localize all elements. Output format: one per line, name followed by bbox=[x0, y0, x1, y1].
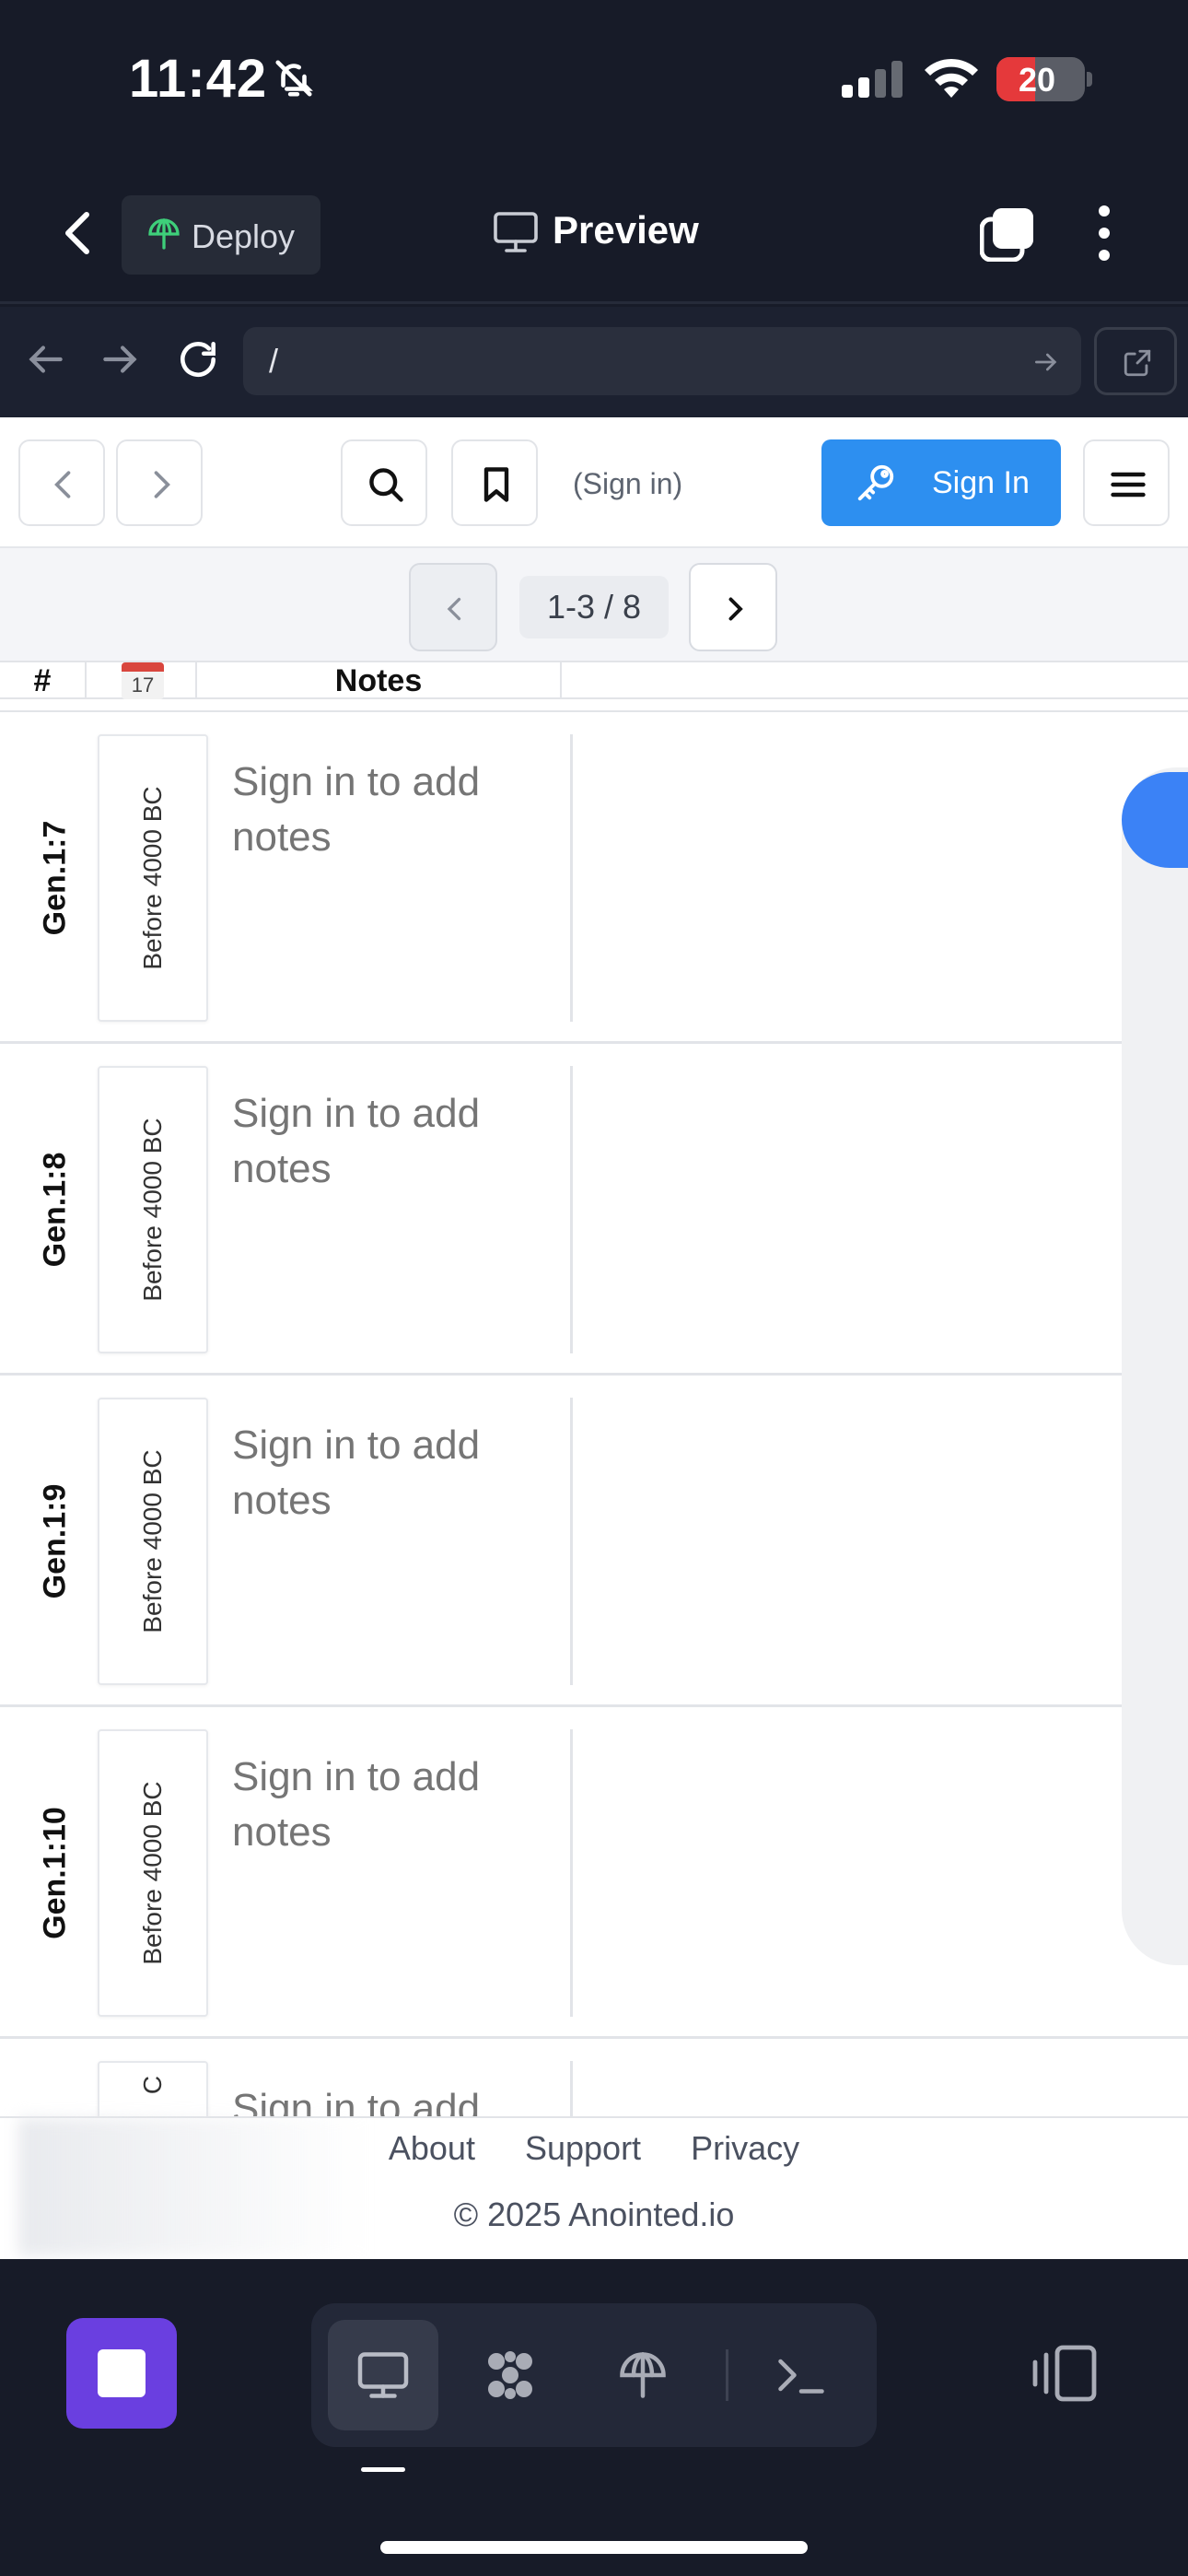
notes-cell[interactable]: Sign in to add notes bbox=[208, 1066, 573, 1353]
site-forward-button[interactable] bbox=[116, 439, 203, 526]
copyright: © 2025 Anointed.io bbox=[453, 2195, 735, 2233]
external-link-icon bbox=[1124, 349, 1151, 377]
verse-ref[interactable]: Gen.1:7 bbox=[28, 749, 83, 1007]
verse-ref[interactable]: Gen.1:8 bbox=[28, 1081, 83, 1339]
table-header: # 17 Notes bbox=[0, 662, 1188, 699]
table-row: Gen.1:8 Before 4000 BC Sign in to add no… bbox=[0, 1044, 1188, 1376]
table-row: Gen.1:10 Before 4000 BC Sign in to add n… bbox=[0, 1707, 1188, 2039]
cell-signal-icon bbox=[842, 61, 903, 98]
apps-view-button[interactable] bbox=[455, 2320, 565, 2430]
page-range: 1-3 / 8 bbox=[519, 576, 669, 638]
deploy-label: Deploy bbox=[192, 217, 296, 255]
table-row: Gen.1:7 Before 4000 BC Sign in to add no… bbox=[0, 712, 1188, 1044]
site-header: (Sign in) Sign In bbox=[0, 417, 1188, 548]
back-chevron-icon[interactable] bbox=[57, 206, 101, 260]
table-body: Gen.1:7 Before 4000 BC Sign in to add no… bbox=[0, 712, 1188, 2245]
notes-cell[interactable]: Sign in to add notes bbox=[208, 1729, 573, 2017]
chevron-right-icon bbox=[154, 471, 170, 498]
nav-forward-icon[interactable] bbox=[98, 336, 144, 382]
terminal-view-button[interactable] bbox=[746, 2320, 856, 2430]
key-icon bbox=[857, 464, 894, 501]
notes-cell[interactable]: Sign in to add notes bbox=[208, 1398, 573, 1685]
deploy-button[interactable]: Deploy bbox=[122, 195, 320, 275]
site-footer: About Support Privacy © 2025 Anointed.io bbox=[0, 2116, 1188, 2259]
nav-back-icon[interactable] bbox=[22, 336, 68, 382]
preview-view-button[interactable] bbox=[328, 2320, 438, 2430]
notes-cell[interactable]: Sign in to add notes bbox=[208, 734, 573, 1022]
stop-button[interactable] bbox=[66, 2318, 177, 2429]
date-cell: Before 4000 BC bbox=[98, 734, 208, 1022]
open-external-button[interactable] bbox=[1094, 327, 1177, 395]
date-cell: Before 4000 BC bbox=[98, 1398, 208, 1685]
go-arrow-icon[interactable] bbox=[1031, 347, 1061, 377]
monitor-icon bbox=[357, 2352, 409, 2398]
prev-page-button[interactable] bbox=[409, 563, 497, 651]
chevron-left-icon bbox=[54, 471, 71, 498]
search-button[interactable] bbox=[341, 439, 427, 526]
signin-hint: (Sign in) bbox=[573, 467, 683, 500]
bookmark-icon bbox=[483, 467, 509, 502]
chevron-right-icon bbox=[728, 597, 743, 621]
verse-ref[interactable]: Gen.1:9 bbox=[28, 1412, 83, 1670]
column-header-notes: Notes bbox=[197, 662, 562, 699]
more-menu-icon[interactable] bbox=[1090, 203, 1118, 263]
footer-link-about[interactable]: About bbox=[389, 2129, 475, 2167]
footer-link-support[interactable]: Support bbox=[525, 2129, 641, 2167]
bottom-toolbar bbox=[0, 2259, 1188, 2576]
footer-link-privacy[interactable]: Privacy bbox=[691, 2129, 799, 2167]
terminal-icon bbox=[778, 2359, 824, 2394]
panel-toggle-icon[interactable] bbox=[1031, 2344, 1098, 2403]
status-bar: 11:42 20 bbox=[0, 0, 1188, 166]
table-row: Gen.1:9 Before 4000 BC Sign in to add no… bbox=[0, 1376, 1188, 1707]
monitor-icon bbox=[494, 212, 538, 252]
url-field[interactable]: / bbox=[243, 327, 1081, 395]
view-switcher bbox=[311, 2303, 877, 2447]
bookmark-button[interactable] bbox=[451, 439, 538, 526]
home-indicator bbox=[380, 2541, 808, 2554]
app-header: Deploy Preview bbox=[0, 166, 1188, 304]
web-preview: (Sign in) Sign In 1-3 / 8 # 17 Notes Gen… bbox=[0, 417, 1188, 2259]
wifi-icon bbox=[925, 58, 978, 98]
site-back-button[interactable] bbox=[18, 439, 105, 526]
sign-in-button[interactable]: Sign In bbox=[821, 439, 1061, 526]
deploy-icon bbox=[620, 2352, 666, 2398]
verse-ref[interactable]: Gen.1:10 bbox=[28, 1744, 83, 2002]
url-bar: / bbox=[0, 307, 1188, 417]
grid-blob-icon bbox=[488, 2351, 532, 2399]
stop-icon bbox=[98, 2349, 146, 2397]
hamburger-menu-button[interactable] bbox=[1083, 439, 1170, 526]
footer-links: About Support Privacy bbox=[0, 2129, 1188, 2168]
menu-icon bbox=[1111, 472, 1146, 498]
next-page-button[interactable] bbox=[689, 563, 777, 651]
search-icon bbox=[369, 468, 403, 502]
deploy-view-button[interactable] bbox=[588, 2320, 698, 2430]
pagination: 1-3 / 8 bbox=[0, 548, 1188, 662]
silent-bell-icon bbox=[275, 60, 313, 97]
preview-label: Preview bbox=[553, 208, 699, 252]
calendar-icon: 17 bbox=[122, 662, 164, 699]
reload-icon[interactable] bbox=[175, 336, 221, 382]
date-cell: Before 4000 BC bbox=[98, 1066, 208, 1353]
deploy-icon bbox=[148, 218, 180, 250]
chevron-left-icon bbox=[447, 597, 461, 621]
battery-indicator: 20 bbox=[996, 57, 1092, 101]
sign-in-label: Sign In bbox=[932, 465, 1030, 500]
column-header-date: 17 bbox=[87, 662, 197, 699]
status-time: 11:42 bbox=[129, 49, 268, 109]
date-cell: Before 4000 BC bbox=[98, 1729, 208, 2017]
column-header-number: # bbox=[0, 662, 87, 699]
table-header-divider bbox=[0, 701, 1188, 712]
scroll-track[interactable] bbox=[1122, 767, 1188, 1965]
url-text: / bbox=[269, 342, 279, 380]
tabs-icon[interactable] bbox=[980, 206, 1035, 262]
active-tab-indicator bbox=[361, 2467, 405, 2472]
